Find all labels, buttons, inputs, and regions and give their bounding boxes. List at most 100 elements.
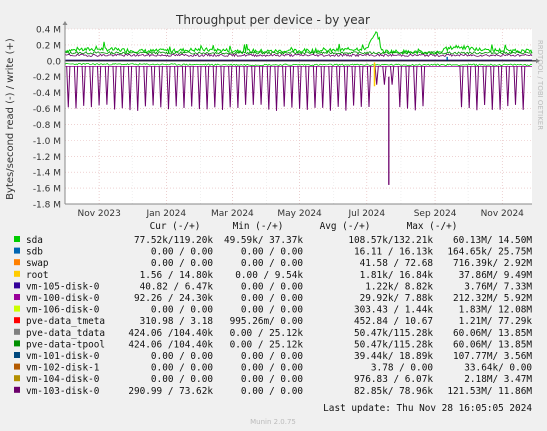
legend-value-avg: 50.47k/115.28k xyxy=(354,328,433,339)
legend-series-name: vm-100-disk-0 xyxy=(26,293,100,304)
legend-series-name: pve-data-tpool xyxy=(26,339,105,350)
legend-value-max: 37.86M/ 9.49M xyxy=(459,270,533,281)
legend-value-cur: 0.00 / 0.00 xyxy=(151,305,213,316)
legend-value-cur: 92.26 / 24.30k xyxy=(134,293,213,304)
legend-value-avg: 452.84 / 10.67 xyxy=(354,316,433,327)
y-tick-label: -1.4 M xyxy=(33,169,61,179)
legend-value-avg: 303.43 / 1.44k xyxy=(354,305,433,316)
legend-swatch xyxy=(14,386,20,393)
y-tick-label: -1.8 M xyxy=(33,201,61,211)
legend-swatch xyxy=(14,236,20,242)
y-tick-label: -0.8 M xyxy=(33,121,61,131)
legend-column-header: Max (-/+) xyxy=(407,221,458,232)
legend-value-max: 107.77M/ 3.56M xyxy=(453,351,532,362)
legend-series-name: pve-data_tdata xyxy=(26,328,105,339)
legend-value-cur: 0.00 / 0.00 xyxy=(151,363,213,374)
legend-value-min: 0.00 / 0.00 xyxy=(241,386,303,397)
rrdtool-watermark: RRDTOOL / TOBI OETIKER xyxy=(536,40,544,130)
legend-series-name: vm-101-disk-0 xyxy=(26,351,100,362)
legend-value-cur: 0.00 / 0.00 xyxy=(151,247,213,258)
legend-value-min: 0.00 / 0.00 xyxy=(241,258,303,269)
x-tick-label: Sep 2024 xyxy=(414,209,457,219)
legend-value-max: 164.65k/ 25.75M xyxy=(447,247,532,258)
legend-series-name: vm-104-disk-0 xyxy=(26,374,100,385)
legend-value-cur: 77.52k/119.20k xyxy=(134,235,213,246)
legend-value-min: 0.00 / 0.00 xyxy=(241,281,303,292)
legend-series-name: pve-data_tmeta xyxy=(26,316,105,327)
legend-series-name: vm-103-disk-0 xyxy=(26,386,100,397)
legend-value-avg: 108.57k/132.21k xyxy=(348,235,433,246)
legend-value-cur: 0.00 / 0.00 xyxy=(151,351,213,362)
legend-value-max: 716.39k/ 2.92M xyxy=(453,258,532,269)
legend-value-max: 60.06M/ 13.85M xyxy=(453,328,532,339)
legend-value-min: 49.59k/ 37.37k xyxy=(224,235,303,246)
y-tick-label: 0.0 xyxy=(47,57,62,67)
legend-value-min: 0.00 / 0.00 xyxy=(241,293,303,304)
legend-value-max: 1.21M/ 77.29k xyxy=(459,316,533,327)
legend-swatch xyxy=(14,282,20,289)
legend-series-name: swap xyxy=(26,258,49,269)
legend-swatch xyxy=(14,305,20,312)
legend-value-avg: 29.92k/ 7.88k xyxy=(360,293,434,304)
chart-title: Throughput per device - by year xyxy=(175,13,370,27)
legend-value-min: 0.00 / 0.00 xyxy=(241,363,303,374)
y-tick-labels: 0.4 M 0.2 M 0.0 -0.2 M -0.4 M -0.6 M -0.8 M -1.… xyxy=(33,26,61,211)
legend-value-avg: 41.58 / 72.68 xyxy=(360,258,434,269)
legend-series-name: sdb xyxy=(26,247,43,258)
legend-value-avg: 16.11 / 16.13k xyxy=(354,247,433,258)
legend-value-min: 0.00 / 0.00 xyxy=(241,247,303,258)
x-tick-label: Jan 2024 xyxy=(146,209,187,219)
legend-value-avg: 1.22k/ 8.82k xyxy=(365,281,433,292)
x-tick-label: Jul 2024 xyxy=(347,209,385,219)
legend-swatch xyxy=(14,375,20,382)
legend-value-max: 60.13M/ 14.50M xyxy=(453,235,532,246)
y-tick-label: -1.2 M xyxy=(33,153,61,163)
y-tick-label: -0.6 M xyxy=(33,105,61,115)
legend-value-cur: 0.00 / 0.00 xyxy=(151,258,213,269)
y-tick-label: -0.4 M xyxy=(33,89,61,99)
legend-series-name: vm-106-disk-0 xyxy=(26,305,100,316)
legend-value-max: 3.76M/ 7.33M xyxy=(464,281,532,292)
legend-value-avg: 39.44k/ 18.89k xyxy=(354,351,433,362)
legend-swatch xyxy=(14,352,20,358)
legend-value-avg: 50.47k/115.28k xyxy=(354,339,433,350)
legend-table: Cur (-/+) Min (-/+) Avg (-/+) Max (-/+) sda 7… xyxy=(14,221,532,397)
legend-series-name: root xyxy=(26,270,49,281)
legend-value-avg: 1.81k/ 16.84k xyxy=(360,270,434,281)
x-tick-label: May 2024 xyxy=(277,209,322,219)
y-tick-label: -0.2 M xyxy=(33,73,61,83)
legend-value-cur: 290.99 / 73.62k xyxy=(128,386,213,397)
legend-value-avg: 82.85k/ 78.96k xyxy=(354,386,433,397)
last-update-text: Last update: Thu Nov 28 16:05:05 2024 xyxy=(323,403,532,414)
legend-value-avg: 3.78 / 0.00 xyxy=(371,363,433,374)
legend-value-cur: 40.82 / 6.47k xyxy=(140,281,214,292)
legend-swatch xyxy=(14,328,20,335)
legend-value-cur: 0.00 / 0.00 xyxy=(151,374,213,385)
y-axis-label: Bytes/second read (-) / write (+) xyxy=(5,38,16,200)
legend-value-max: 1.83M/ 12.08M xyxy=(459,305,533,316)
x-tick-label: Mar 2024 xyxy=(211,209,254,219)
x-tick-labels: Nov 2023 Jan 2024 Mar 2024 May 2024 Jul 2024… xyxy=(77,209,524,219)
y-tick-label: -1.0 M xyxy=(33,137,61,147)
legend-value-cur: 424.06 /104.40k xyxy=(128,328,213,339)
legend-column-header: Cur (-/+) xyxy=(150,221,201,232)
legend-value-max: 60.06M/ 13.85M xyxy=(453,339,532,350)
legend-value-min: 0.00 / 25.12k xyxy=(230,339,304,350)
legend-value-min: 0.00 / 0.00 xyxy=(241,374,303,385)
legend-value-cur: 424.06 /104.40k xyxy=(128,339,213,350)
y-tick-label: 0.2 M xyxy=(36,41,61,51)
legend-series-name: vm-102-disk-1 xyxy=(26,363,100,374)
legend-value-cur: 310.98 / 3.18 xyxy=(140,316,214,327)
legend-value-min: 0.00 / 9.54k xyxy=(235,270,303,281)
legend-series-name: sda xyxy=(26,235,43,246)
legend-swatch xyxy=(14,247,20,254)
legend-value-min: 0.00 / 0.00 xyxy=(241,305,303,316)
legend-value-max: 33.64k/ 0.00 xyxy=(464,363,532,374)
legend-value-max: 212.32M/ 5.92M xyxy=(453,293,532,304)
legend-column-header: Min (-/+) xyxy=(233,221,284,232)
legend-value-min: 0.00 / 25.12k xyxy=(230,328,304,339)
legend-value-min: 995.26m/ 0.00 xyxy=(230,316,304,327)
legend-column-header: Avg (-/+) xyxy=(320,221,371,232)
x-tick-label: Nov 2024 xyxy=(481,209,525,219)
legend-swatch xyxy=(14,270,20,277)
